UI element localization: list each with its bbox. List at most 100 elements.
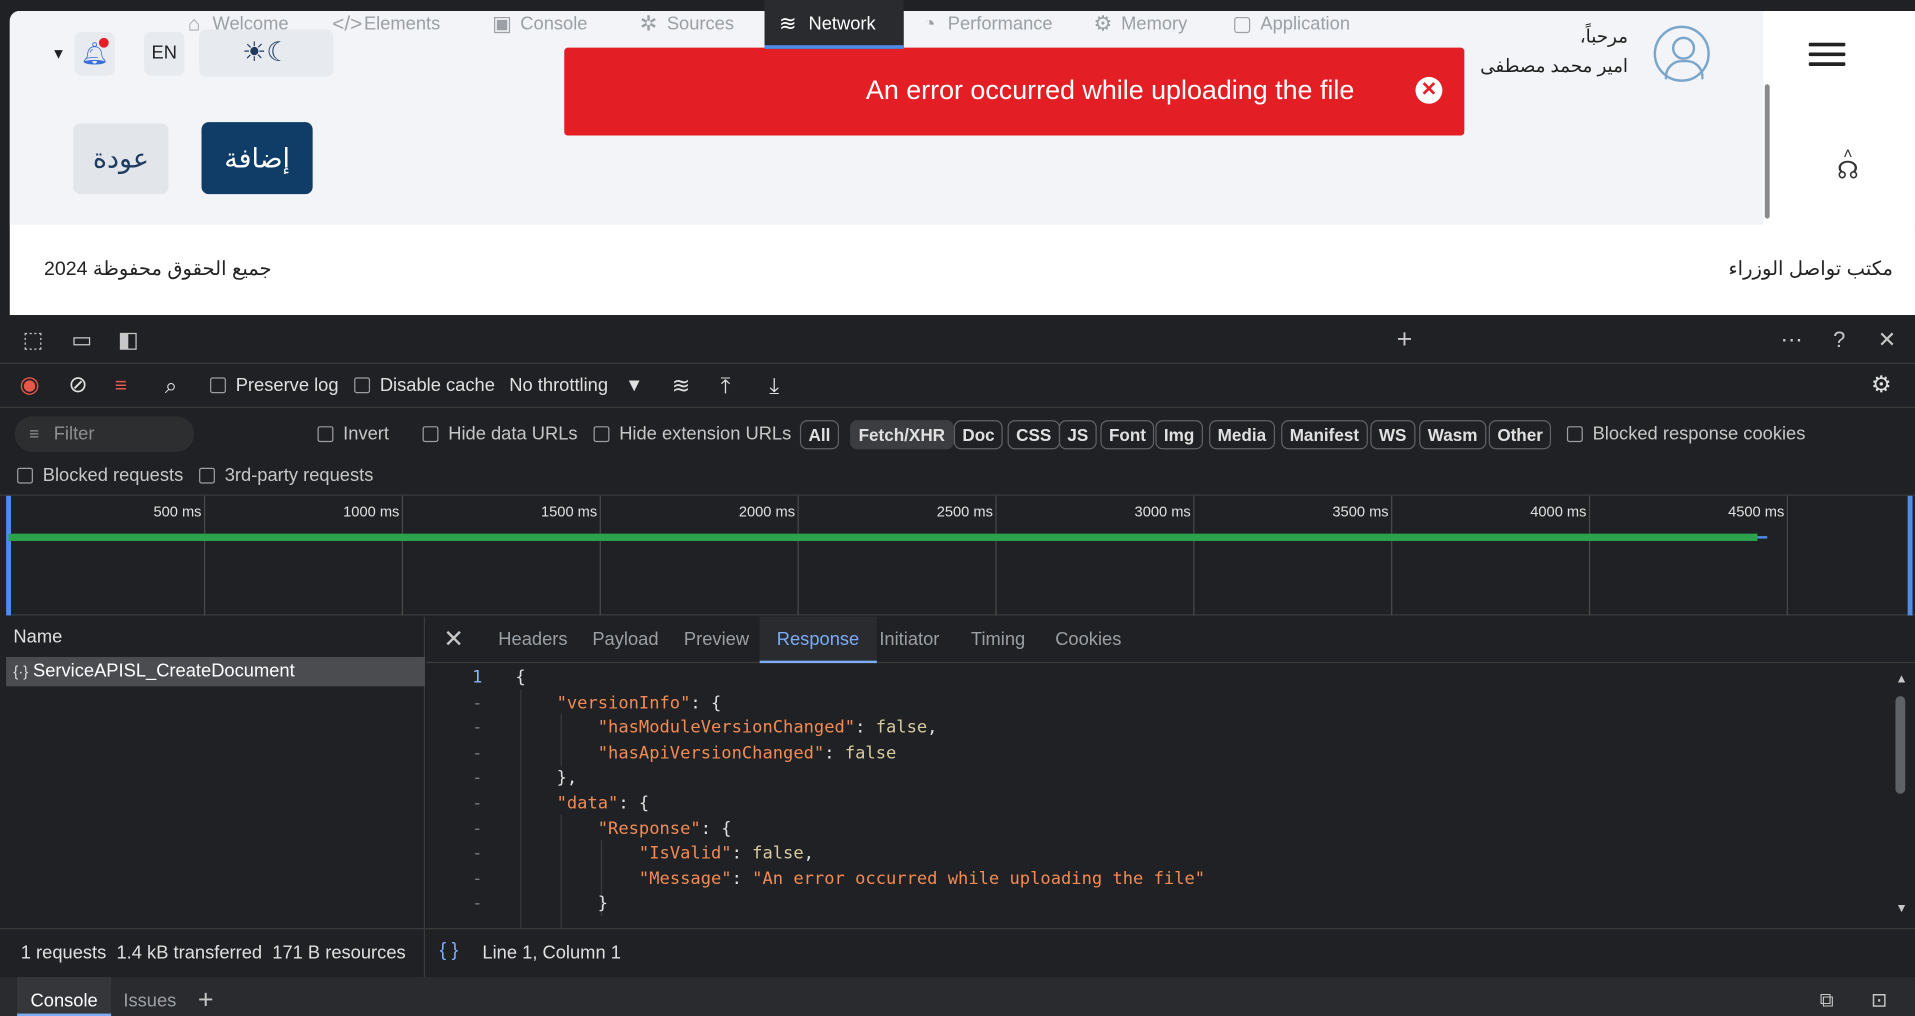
filter-chip-css[interactable]: CSS [1007, 420, 1060, 450]
disable-cache-checkbox[interactable]: Disable cache [354, 364, 495, 408]
tab-timing[interactable]: Timing [971, 617, 1025, 663]
timeline-gridline [1786, 495, 1788, 616]
select-value: No throttling [509, 374, 609, 396]
close-devtools-icon[interactable]: ✕ [1872, 315, 1901, 364]
notifications-button[interactable]: 🔔︎ [74, 31, 115, 76]
add-tab-icon[interactable]: + [198, 977, 214, 1016]
response-viewer[interactable]: 1 {- "versionInfo": {- "hasModuleVersionC… [426, 666, 1892, 929]
invert-checkbox[interactable]: Invert [317, 424, 389, 445]
timeline-tick-label: 3000 ms [1134, 503, 1191, 521]
tab-network[interactable]: ≋ Network [764, 0, 904, 49]
filter-chip-js[interactable]: JS [1058, 420, 1097, 450]
filter-chip-ws[interactable]: WS [1370, 420, 1415, 450]
clear-icon[interactable]: ⊘ [68, 364, 87, 408]
checkbox-box [199, 467, 215, 484]
dock-drawer-icon[interactable]: ⧉ [1820, 977, 1834, 1016]
tab-payload[interactable]: Payload [592, 617, 658, 663]
add-button[interactable]: إضافة [201, 122, 313, 195]
inspect-icon[interactable]: ⬚ [17, 315, 49, 364]
response-scrollbar[interactable] [1895, 696, 1906, 794]
pretty-print-icon[interactable]: { } [440, 940, 458, 962]
back-button[interactable]: عودة [73, 123, 169, 195]
filter-input[interactable]: ≡ Filter [14, 416, 195, 452]
line-number: - [472, 869, 483, 889]
close-icon[interactable]: ✕ [1415, 76, 1443, 104]
checkbox-box [317, 426, 334, 443]
tab-console[interactable]: ▣ Console [489, 0, 587, 49]
filter-chip-other[interactable]: Other [1488, 420, 1552, 450]
filter-chip-img[interactable]: Img [1155, 420, 1203, 450]
upload-icon[interactable]: ⤒ [721, 364, 731, 408]
blocked-requests-checkbox[interactable]: Blocked requests [17, 465, 183, 486]
footer-rights: جميع الحقوق محفوظة 2024 [43, 258, 272, 280]
menu-icon[interactable] [1808, 42, 1846, 66]
language-button[interactable]: EN [144, 31, 185, 76]
request-row[interactable]: {·} ServiceAPISL_CreateDocument [6, 657, 426, 687]
throttling-select[interactable]: No throttling ▼ [509, 364, 643, 408]
record-icon[interactable]: ◉ [20, 364, 40, 408]
collapse-drawer-icon[interactable]: ⊡ [1871, 977, 1887, 1016]
filter-chip-wasm[interactable]: Wasm [1419, 420, 1486, 450]
support-widget[interactable]: ˄ ☊ [1830, 145, 1867, 183]
more-icon[interactable]: ⋯ [1777, 315, 1806, 364]
filter-chip-manifest[interactable]: Manifest [1281, 420, 1368, 450]
notification-dot [98, 37, 109, 48]
line-number: - [472, 894, 483, 914]
timeline-tick-label: 3500 ms [1332, 503, 1389, 521]
close-icon[interactable]: ✕ [443, 617, 463, 663]
filter-chip-fetch-xhr[interactable]: Fetch/XHR [850, 420, 954, 450]
drawer-tab-issues[interactable]: Issues [123, 977, 176, 1016]
code-line: "Response": { [597, 818, 732, 839]
filter-chip-doc[interactable]: Doc [953, 420, 1004, 450]
tab-sources[interactable]: ✲ Sources [635, 0, 734, 49]
timeline-handle-left[interactable] [6, 495, 11, 616]
help-icon[interactable]: ? [1825, 315, 1854, 364]
tab-application[interactable]: ▢ Application [1229, 0, 1350, 49]
hide-extension-urls-checkbox[interactable]: Hide extension URLs [593, 423, 792, 445]
scroll-down-icon[interactable]: ▼ [1895, 902, 1907, 915]
name-column-header[interactable]: Name [13, 626, 62, 647]
download-icon[interactable]: ⤓ [769, 364, 779, 408]
preserve-log-checkbox[interactable]: Preserve log [210, 364, 339, 408]
tab-headers[interactable]: Headers [498, 617, 567, 663]
filter-icon: ≡ [29, 423, 40, 444]
third-party-checkbox[interactable]: 3rd-party requests [199, 465, 373, 486]
tab-initiator[interactable]: Initiator [879, 617, 939, 663]
network-timeline[interactable]: 500 ms 1000 ms 1500 ms 2000 ms 2500 ms 3… [6, 495, 1915, 616]
blocked-response-cookies-checkbox[interactable]: Blocked response cookies [1566, 423, 1806, 445]
tab-preview[interactable]: Preview [684, 617, 749, 663]
page-scrollbar[interactable] [1764, 84, 1770, 219]
tab-elements[interactable]: </> Elements [332, 0, 440, 49]
filter-chip-font[interactable]: Font [1100, 420, 1155, 450]
hide-data-urls-checkbox[interactable]: Hide data URLs [422, 424, 578, 445]
filter-chip-all[interactable]: All [799, 420, 839, 450]
tab-welcome[interactable]: ⌂ Welcome [181, 0, 289, 49]
dock-icon[interactable]: ◧ [112, 315, 144, 364]
avatar[interactable] [1653, 25, 1710, 82]
timeline-gridline [797, 495, 799, 616]
scroll-up-icon[interactable]: ▲ [1895, 673, 1907, 686]
tab-cookies[interactable]: Cookies [1055, 617, 1121, 663]
line-number: - [472, 743, 483, 764]
checkbox-label: Blocked response cookies [1592, 423, 1806, 445]
timeline-handle-right[interactable] [1907, 495, 1913, 616]
tab-response[interactable]: Response [759, 616, 877, 664]
tab-memory[interactable]: ⚙ Memory [1089, 0, 1188, 49]
drawer-tab-console[interactable]: Console [17, 976, 112, 1016]
web-page: مرحباً، امير محمد مصطفى An error occurre… [9, 10, 1915, 316]
filter-bar: ≡ Filter Invert Hide data URLs Hide exten… [0, 410, 1915, 496]
filter-toggle-icon[interactable]: ≡ [115, 364, 127, 408]
divider [423, 929, 426, 979]
checkbox-label: Hide extension URLs [619, 423, 792, 445]
filter-chip-media[interactable]: Media [1209, 420, 1275, 450]
chevron-down-icon[interactable]: ▼ [51, 45, 66, 62]
search-icon[interactable]: ⌕ [165, 364, 177, 408]
code-icon: </> [332, 12, 363, 36]
network-conditions-icon[interactable]: ≋ [672, 364, 690, 408]
timeline-gridline [995, 495, 997, 616]
device-toggle-icon[interactable]: ▭ [66, 315, 98, 364]
add-tab-icon[interactable]: + [1390, 315, 1419, 364]
settings-icon[interactable]: ⚙ [1871, 364, 1892, 408]
request-waterfall-bar[interactable] [8, 533, 1758, 541]
tab-performance[interactable]: ◔ Performance [916, 0, 1052, 49]
